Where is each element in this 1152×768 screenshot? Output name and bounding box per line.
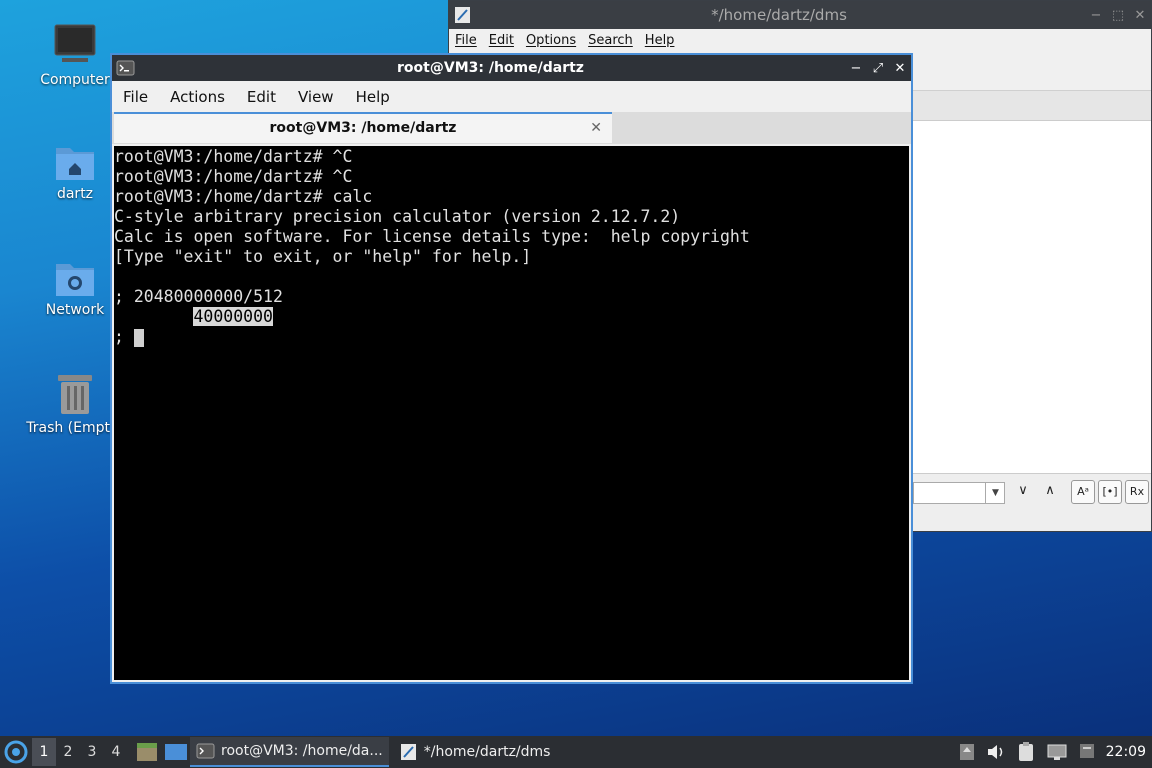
- terminal-line: root@VM3:/home/dartz# calc: [114, 187, 373, 206]
- clipboard-icon[interactable]: [1016, 741, 1036, 763]
- text-editor-icon: [455, 7, 470, 23]
- terminal-prompt-line: ;: [114, 327, 909, 347]
- network-icon[interactable]: [1046, 742, 1068, 762]
- maximize-button[interactable]: ⬚: [1107, 8, 1129, 23]
- menu-file[interactable]: File: [449, 33, 483, 48]
- terminal-titlebar[interactable]: root@VM3: /home/dartz − ⤢ ✕: [112, 55, 911, 81]
- selected-result[interactable]: 40000000: [193, 307, 273, 326]
- app-menu-icon[interactable]: [0, 737, 32, 767]
- network-folder-icon: [56, 264, 94, 296]
- menu-file[interactable]: File: [112, 88, 159, 106]
- file-manager-launcher-icon[interactable]: [132, 740, 162, 764]
- terminal-tabbar: root@VM3: /home/dartz ✕: [112, 112, 911, 144]
- terminal-menubar: File Actions Edit View Help: [112, 83, 911, 111]
- taskbar-task-mousepad[interactable]: */home/dartz/dms: [393, 737, 557, 767]
- workspace-1[interactable]: 1: [32, 738, 56, 766]
- computer-icon: [54, 24, 96, 62]
- menu-search[interactable]: Search: [582, 33, 639, 48]
- show-desktop-icon[interactable]: [162, 740, 190, 764]
- result-indent: [114, 307, 193, 326]
- menu-help[interactable]: Help: [639, 33, 681, 48]
- minimize-button[interactable]: −: [845, 61, 867, 76]
- trash-icon: [58, 375, 92, 414]
- find-next-button[interactable]: ∨: [1011, 480, 1035, 504]
- workspace-3[interactable]: 3: [80, 744, 104, 760]
- terminal-icon: [116, 60, 135, 76]
- clock[interactable]: 22:09: [1106, 744, 1146, 760]
- terminal-result-line: 40000000: [114, 307, 909, 327]
- mousepad-menubar: File Edit Options Search Help: [449, 29, 1151, 51]
- match-case-button[interactable]: Aᵃ: [1071, 480, 1095, 504]
- close-button[interactable]: ✕: [889, 61, 911, 76]
- terminal-title: root@VM3: /home/dartz: [397, 60, 584, 76]
- menu-help[interactable]: Help: [345, 88, 401, 106]
- regex-button[interactable]: Rx: [1125, 480, 1149, 504]
- home-folder-icon: [56, 148, 94, 180]
- desktop-icon-label: Computer: [40, 72, 110, 88]
- close-button[interactable]: ✕: [1129, 8, 1151, 23]
- terminal-line: Calc is open software. For license detai…: [114, 227, 750, 246]
- task-label: root@VM3: /home/da...: [221, 743, 383, 759]
- search-history-dropdown[interactable]: ▼: [985, 482, 1005, 504]
- taskbar-task-terminal[interactable]: root@VM3: /home/da...: [190, 737, 389, 767]
- menu-actions[interactable]: Actions: [159, 88, 236, 106]
- desktop-icon-label: dartz: [56, 186, 94, 202]
- text-editor-icon: [400, 744, 416, 760]
- find-previous-button[interactable]: ∧: [1038, 480, 1062, 504]
- whole-word-button[interactable]: [•]: [1098, 480, 1122, 504]
- terminal-screen[interactable]: root@VM3:/home/dartz# ^C root@VM3:/home/…: [114, 146, 909, 680]
- minimize-button[interactable]: −: [1085, 8, 1107, 23]
- updates-icon[interactable]: [958, 742, 976, 762]
- taskbar: 1 2 3 4 root@VM3: /home/da... */home/dar…: [0, 736, 1152, 768]
- terminal-line: C-style arbitrary precision calculator (…: [114, 207, 681, 226]
- calc-prompt: ;: [114, 327, 134, 346]
- tab-label: root@VM3: /home/dartz: [269, 120, 457, 136]
- volume-icon[interactable]: [986, 742, 1006, 762]
- menu-edit[interactable]: Edit: [236, 88, 287, 106]
- terminal-line: root@VM3:/home/dartz# ^C: [114, 147, 353, 166]
- desktop-icon-label: Network: [45, 302, 105, 318]
- terminal-line: [Type "exit" to exit, or "help" for help…: [114, 247, 532, 266]
- menu-view[interactable]: View: [287, 88, 345, 106]
- system-tray: 22:09: [958, 741, 1152, 763]
- terminal-line: ; 20480000000/512: [114, 287, 283, 306]
- workspace-4[interactable]: 4: [104, 744, 128, 760]
- terminal-tab[interactable]: root@VM3: /home/dartz ✕: [114, 112, 612, 143]
- close-tab-icon[interactable]: ✕: [590, 114, 602, 142]
- notifications-icon[interactable]: [1078, 742, 1096, 762]
- terminal-icon: [196, 743, 215, 759]
- task-label: */home/dartz/dms: [423, 744, 551, 760]
- workspace-2[interactable]: 2: [56, 744, 80, 760]
- mousepad-titlebar[interactable]: */home/dartz/dms − ⬚ ✕: [449, 1, 1151, 29]
- terminal-line: root@VM3:/home/dartz# ^C: [114, 167, 353, 186]
- menu-options[interactable]: Options: [520, 33, 582, 48]
- maximize-button[interactable]: ⤢: [867, 61, 889, 76]
- menu-edit[interactable]: Edit: [483, 33, 520, 48]
- terminal-window[interactable]: root@VM3: /home/dartz − ⤢ ✕ File Actions…: [110, 53, 913, 684]
- text-cursor: [133, 328, 144, 347]
- mousepad-title: */home/dartz/dms: [711, 6, 847, 24]
